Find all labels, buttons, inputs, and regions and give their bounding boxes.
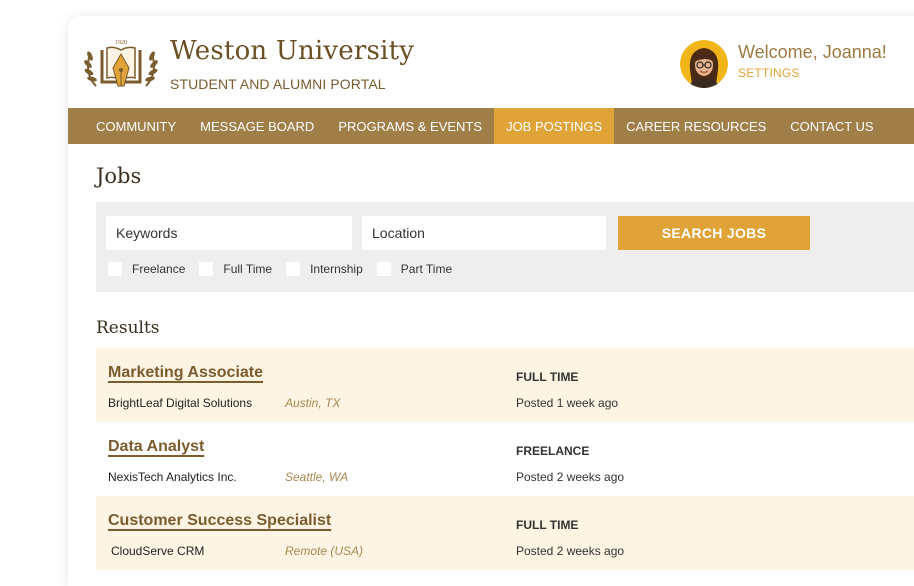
portal-card: 1920 Weston University STUDENT AND ALUMN… <box>68 16 914 586</box>
main-nav: COMMUNITY MESSAGE BOARD PROGRAMS & EVENT… <box>68 108 914 144</box>
job-location: Remote (USA) <box>285 544 364 558</box>
location-input[interactable]: Location <box>362 216 606 250</box>
posted-date: Posted 2 weeks ago <box>516 470 625 484</box>
job-type: FULL TIME <box>516 518 579 532</box>
search-jobs-button[interactable]: SEARCH JOBS <box>618 216 810 250</box>
full-time-checkbox[interactable] <box>199 262 214 276</box>
filter-label: Full Time <box>223 262 273 276</box>
posted-date: Posted 1 week ago <box>516 396 619 410</box>
filter-internship[interactable]: Internship <box>286 262 363 276</box>
keywords-input[interactable]: Keywords <box>106 216 352 250</box>
job-type: FREELANCE <box>516 444 590 458</box>
nav-item-community[interactable]: COMMUNITY <box>84 108 188 144</box>
university-crest-icon[interactable]: 1920 <box>82 34 160 94</box>
job-title-link[interactable]: Customer Success Specialist <box>108 512 331 530</box>
nav-item-career-resources[interactable]: CAREER RESOURCES <box>614 108 778 144</box>
part-time-checkbox[interactable] <box>376 262 391 276</box>
result-row: Customer Success Specialist CloudServe C… <box>96 496 914 570</box>
result-row: Marketing Associate BrightLeaf Digital S… <box>96 348 914 422</box>
filter-label: Internship <box>310 262 363 276</box>
brand-subtitle: STUDENT AND ALUMNI PORTAL <box>170 76 386 92</box>
filter-freelance[interactable]: Freelance <box>108 262 185 276</box>
job-location: Austin, TX <box>285 396 341 410</box>
page-title: Jobs <box>96 164 142 188</box>
job-title-link[interactable]: Data Analyst <box>108 438 204 456</box>
filter-full-time[interactable]: Full Time <box>199 262 272 276</box>
job-location: Seattle, WA <box>285 470 349 484</box>
filter-label: Freelance <box>132 262 186 276</box>
nav-item-contact-us[interactable]: CONTACT US <box>778 108 885 144</box>
welcome-message: Welcome, Joanna! <box>738 42 887 62</box>
result-row: Data Analyst NexisTech Analytics Inc. Se… <box>96 422 914 496</box>
brand-name: Weston University <box>170 36 415 66</box>
filter-label: Part Time <box>400 262 453 276</box>
internship-checkbox[interactable] <box>286 262 301 276</box>
job-title-link[interactable]: Marketing Associate <box>108 364 263 382</box>
filter-part-time[interactable]: Part Time <box>376 262 453 276</box>
avatar[interactable] <box>680 40 728 88</box>
results-heading: Results <box>96 318 160 338</box>
company-name: NexisTech Analytics Inc. <box>108 470 237 484</box>
job-type-filters: Freelance Full Time Internship Part Time <box>108 262 466 276</box>
company-name: CloudServe CRM <box>111 544 205 558</box>
company-name: BrightLeaf Digital Solutions <box>108 396 253 410</box>
nav-item-programs-events[interactable]: PROGRAMS & EVENTS <box>326 108 494 144</box>
job-search-panel: Keywords Location SEARCH JOBS Freelance … <box>96 202 914 292</box>
job-type: FULL TIME <box>516 370 579 384</box>
settings-link[interactable]: SETTINGS <box>738 66 800 80</box>
nav-item-job-postings[interactable]: JOB POSTINGS <box>494 108 615 144</box>
posted-date: Posted 2 weeks ago <box>516 544 625 558</box>
freelance-checkbox[interactable] <box>108 262 122 276</box>
nav-item-message-board[interactable]: MESSAGE BOARD <box>188 108 326 144</box>
crest-year: 1920 <box>115 40 127 46</box>
